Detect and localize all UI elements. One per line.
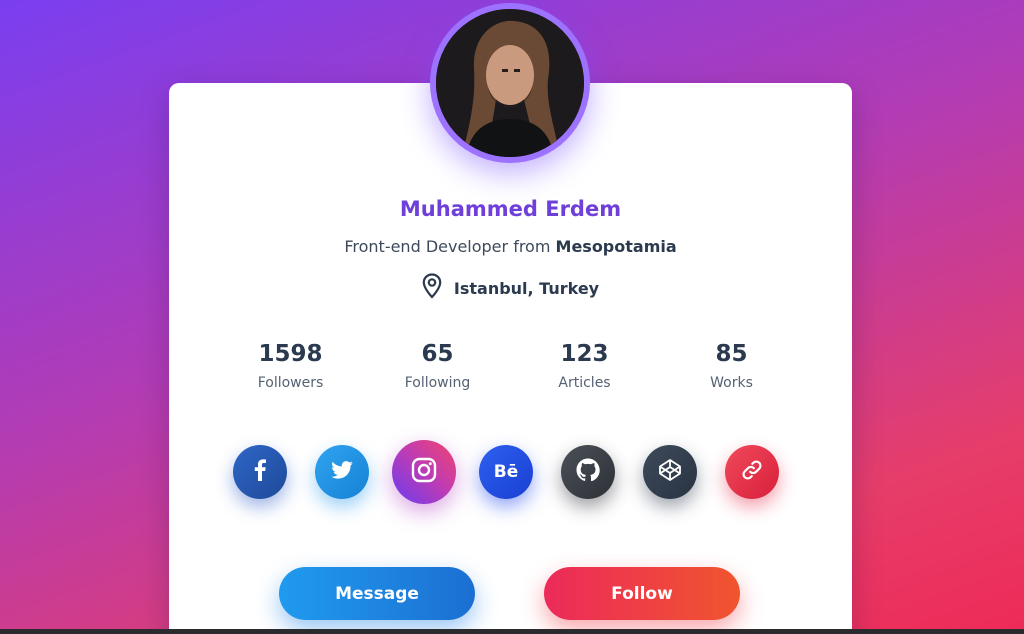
profile-bio: Front-end Developer from Mesopotamia [169, 237, 852, 256]
behance-button[interactable]: Bē [479, 445, 533, 499]
link-icon [741, 459, 763, 485]
message-button[interactable]: Message [279, 567, 475, 620]
github-button[interactable] [561, 445, 615, 499]
bio-text: Front-end Developer from [344, 237, 556, 256]
stat-value: 85 [715, 341, 748, 367]
twitter-button[interactable] [315, 445, 369, 499]
profile-name: Muhammed Erdem [399, 197, 622, 221]
facebook-button[interactable] [233, 445, 287, 499]
stat-works[interactable]: 85 Works [658, 341, 805, 391]
facebook-icon [254, 459, 266, 485]
stat-articles[interactable]: 123 Articles [511, 341, 658, 391]
github-icon [576, 458, 600, 486]
location-pin-icon [422, 273, 442, 303]
stat-value: 123 [560, 341, 609, 367]
avatar-ring [430, 3, 590, 163]
codepen-icon [658, 458, 682, 486]
profile-location: Istanbul, Turkey [169, 273, 852, 303]
social-links: Bē [233, 440, 807, 504]
stat-following[interactable]: 65 Following [364, 341, 511, 391]
stat-followers[interactable]: 1598 Followers [217, 341, 364, 391]
behance-icon: Bē [493, 462, 519, 482]
avatar[interactable] [436, 9, 584, 157]
taskbar-edge [0, 629, 1024, 634]
location-text: Istanbul, Turkey [453, 278, 600, 298]
stat-label: Works [710, 375, 753, 391]
profile-card: Muhammed Erdem Front-end Developer from … [169, 83, 852, 634]
link-button[interactable] [725, 445, 779, 499]
follow-button[interactable]: Follow [544, 567, 740, 620]
codepen-button[interactable] [643, 445, 697, 499]
stat-value: 65 [421, 341, 454, 367]
stat-label: Articles [558, 375, 611, 391]
bio-place: Mesopotamia [555, 237, 677, 256]
instagram-icon [411, 457, 437, 487]
action-buttons: Message Follow [279, 567, 740, 620]
instagram-button[interactable] [392, 440, 456, 504]
stat-label: Following [404, 375, 471, 391]
stats-row: 1598 Followers 65 Following 123 Articles… [217, 341, 805, 391]
stat-label: Followers [257, 375, 324, 391]
twitter-icon [331, 461, 353, 483]
stat-value: 1598 [258, 341, 323, 367]
